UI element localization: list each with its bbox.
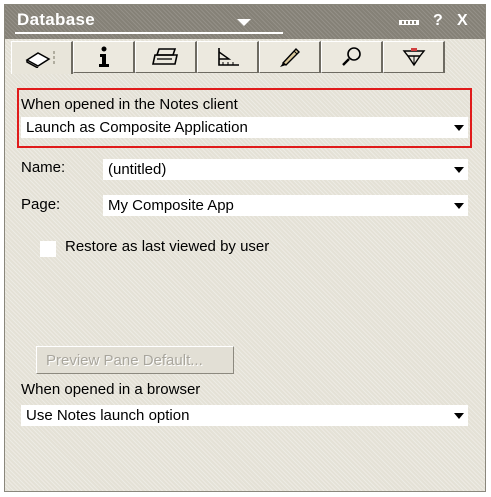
tab-advanced[interactable]	[383, 41, 445, 73]
database-properties-panel: Database ? X When opened in the Notes cl…	[4, 4, 486, 492]
chevron-down-icon	[454, 413, 464, 419]
name-value: (untitled)	[108, 161, 167, 178]
chevron-down-icon	[454, 167, 464, 173]
notes-client-launch-dropdown[interactable]: Launch as Composite Application	[21, 117, 468, 138]
tab-design[interactable]	[197, 41, 259, 73]
notes-client-launch-value: Launch as Composite Application	[26, 119, 248, 136]
tab-search[interactable]	[321, 41, 383, 73]
advanced-propeller-icon	[402, 48, 425, 67]
tab-information[interactable]	[73, 41, 135, 73]
notes-client-label: When opened in the Notes client	[21, 96, 238, 113]
chevron-down-icon	[454, 125, 464, 131]
browser-launch-value: Use Notes launch option	[26, 407, 190, 424]
name-label: Name:	[21, 159, 66, 176]
panel-title: Database	[17, 10, 95, 29]
title-underline	[15, 32, 283, 34]
printer-icon	[151, 48, 178, 65]
preview-pane-default-button[interactable]: Preview Pane Default...	[36, 346, 234, 374]
restore-label[interactable]: Restore as last viewed by user	[65, 238, 269, 255]
name-dropdown[interactable]: (untitled)	[103, 159, 468, 180]
info-tab-icon	[25, 51, 55, 68]
search-magnifier-icon	[341, 47, 361, 66]
browser-launch-dropdown[interactable]: Use Notes launch option	[21, 405, 468, 426]
close-button[interactable]: X	[457, 12, 468, 30]
design-ruler-icon	[217, 48, 239, 66]
chevron-down-icon	[454, 203, 464, 209]
browser-label: When opened in a browser	[21, 381, 201, 398]
title-bar[interactable]: Database ? X	[5, 5, 485, 39]
dock-icon[interactable]	[399, 20, 419, 25]
properties-type-dropdown-icon[interactable]	[237, 19, 251, 26]
page-value: My Composite App	[108, 197, 234, 214]
launch-rocket-icon	[279, 47, 300, 67]
page-dropdown[interactable]: My Composite App	[103, 195, 468, 216]
tab-print[interactable]	[135, 41, 197, 73]
preview-pane-default-label: Preview Pane Default...	[46, 352, 203, 369]
information-i-icon	[98, 46, 109, 67]
page-label: Page:	[21, 196, 61, 213]
restore-checkbox[interactable]	[40, 241, 56, 257]
property-tabs	[5, 41, 485, 74]
tab-info[interactable]	[11, 41, 73, 74]
tab-launch[interactable]	[259, 41, 321, 73]
help-button[interactable]: ?	[433, 12, 443, 30]
